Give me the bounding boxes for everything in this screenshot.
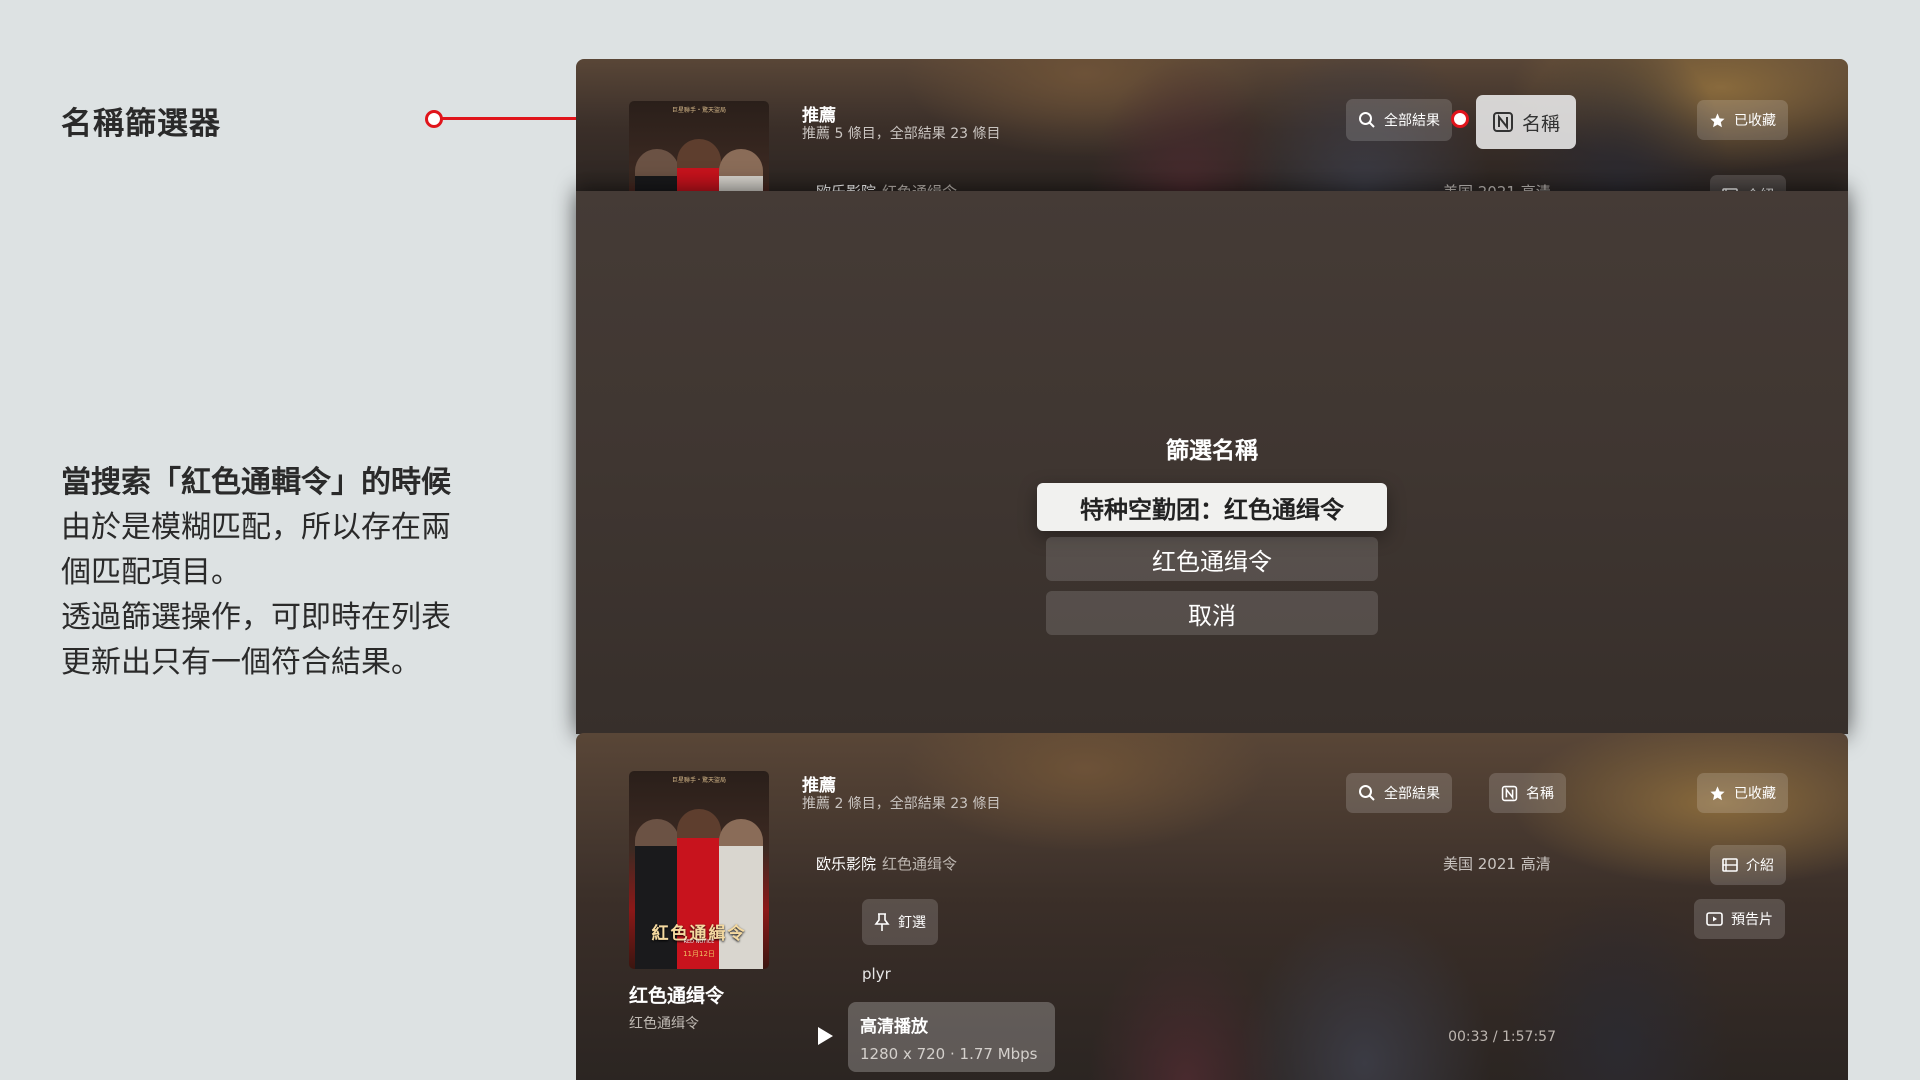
favorite-button[interactable]: 已收藏 — [1697, 100, 1788, 140]
pin-label: 釘選 — [898, 915, 926, 931]
intro-button[interactable]: 介紹 — [1710, 845, 1786, 885]
favorite-button[interactable]: 已收藏 — [1697, 773, 1788, 813]
poster-tagline: 巨星聯手・驚天盜局 — [671, 777, 726, 784]
region-year-quality: 美国 2021 高清 — [1443, 855, 1551, 873]
option-red-notice[interactable]: 红色通缉令 — [1046, 537, 1378, 581]
annotation-line: 個匹配項目。 — [61, 555, 241, 590]
poster-tagline: 巨星聯手・驚天盜局 — [671, 107, 726, 114]
film-icon — [1722, 858, 1738, 872]
play-icon[interactable] — [816, 1026, 834, 1046]
name-icon — [1493, 112, 1513, 132]
movie-poster[interactable]: 巨星聯手・驚天盜局 紅色通緝令 RED NOTICE 11月12日 — [629, 771, 769, 969]
annotation-line: 由於是模糊匹配，所以存在兩 — [61, 510, 451, 545]
poster-date: 11月12日 — [683, 950, 715, 958]
quality-title: 高清播放 — [860, 1017, 928, 1037]
player-name: plyr — [862, 965, 891, 983]
app-frame-bottom: 巨星聯手・驚天盜局 紅色通緝令 RED NOTICE 11月12日 推薦 推薦 … — [576, 733, 1848, 1080]
star-icon — [1710, 112, 1725, 127]
name-filter-button[interactable]: 名稱 — [1476, 95, 1577, 149]
search-icon — [1359, 112, 1375, 128]
pin-button[interactable]: 釘選 — [862, 899, 938, 945]
all-results-label: 全部結果 — [1384, 786, 1440, 802]
favorite-label: 已收藏 — [1734, 113, 1776, 129]
all-results-label: 全部結果 — [1384, 113, 1440, 129]
name-filter-label: 名稱 — [1522, 112, 1561, 135]
star-icon — [1710, 785, 1725, 800]
source-name: 欧乐影院 — [816, 855, 877, 873]
playback-timecode: 00:33 / 1:57:57 — [1448, 1029, 1556, 1045]
section-subtitle: 推薦 5 條目，全部結果 23 條目 — [802, 126, 1001, 142]
filter-name-dialog: 篩選名稱 特种空勤团：红色通缉令 红色通缉令 取消 — [576, 191, 1848, 734]
section-subtitle: 推薦 2 條目，全部結果 23 條目 — [802, 796, 1001, 812]
annotation-line: 更新出只有一個符合結果。 — [61, 645, 421, 680]
trailer-label: 預告片 — [1731, 912, 1773, 928]
intro-label: 介紹 — [1746, 858, 1774, 874]
favorite-label: 已收藏 — [1734, 786, 1776, 802]
callout-dot-start — [425, 110, 443, 128]
name-icon — [1501, 785, 1518, 801]
quality-detail: 1280 x 720 · 1.77 Mbps — [860, 1045, 1038, 1063]
source-title: 红色通缉令 — [882, 855, 958, 873]
annotation-lead: 當搜索「紅色通輯令」的時候 — [61, 465, 451, 500]
option-cancel[interactable]: 取消 — [1046, 591, 1378, 635]
annotation-body: 當搜索「紅色通輯令」的時候 由於是模糊匹配，所以存在兩 個匹配項目。 透過篩選操… — [61, 460, 491, 685]
card-subtitle: 红色通缉令 — [629, 1016, 699, 1032]
pin-icon — [874, 913, 890, 931]
annotation-title: 名稱篩選器 — [61, 106, 221, 142]
all-results-button[interactable]: 全部結果 — [1346, 99, 1452, 141]
search-icon — [1359, 785, 1375, 801]
dialog-title: 篩選名稱 — [1166, 438, 1258, 464]
app-frame-top: 巨星聯手・驚天盜局 推薦 推薦 5 條目，全部結果 23 條目 全部結果 名稱 … — [576, 59, 1848, 199]
card-title: 红色通缉令 — [629, 985, 725, 1007]
name-filter-label: 名稱 — [1526, 786, 1554, 802]
callout-dot-end — [1451, 110, 1469, 128]
annotation-line: 透過篩選操作，可即時在列表 — [61, 600, 451, 635]
name-filter-button[interactable]: 名稱 — [1489, 773, 1566, 813]
source-meta: 欧乐影院红色通缉令 — [816, 853, 957, 874]
all-results-button[interactable]: 全部結果 — [1346, 773, 1452, 813]
movie-poster[interactable]: 巨星聯手・驚天盜局 — [629, 101, 769, 199]
play-hd-button[interactable]: 高清播放 1280 x 720 · 1.77 Mbps — [848, 1002, 1055, 1072]
trailer-button[interactable]: 預告片 — [1694, 899, 1785, 939]
trailer-icon — [1706, 912, 1723, 926]
poster-subtitle: RED NOTICE — [683, 939, 715, 945]
option-sas-red-notice[interactable]: 特种空勤团：红色通缉令 — [1037, 483, 1387, 531]
